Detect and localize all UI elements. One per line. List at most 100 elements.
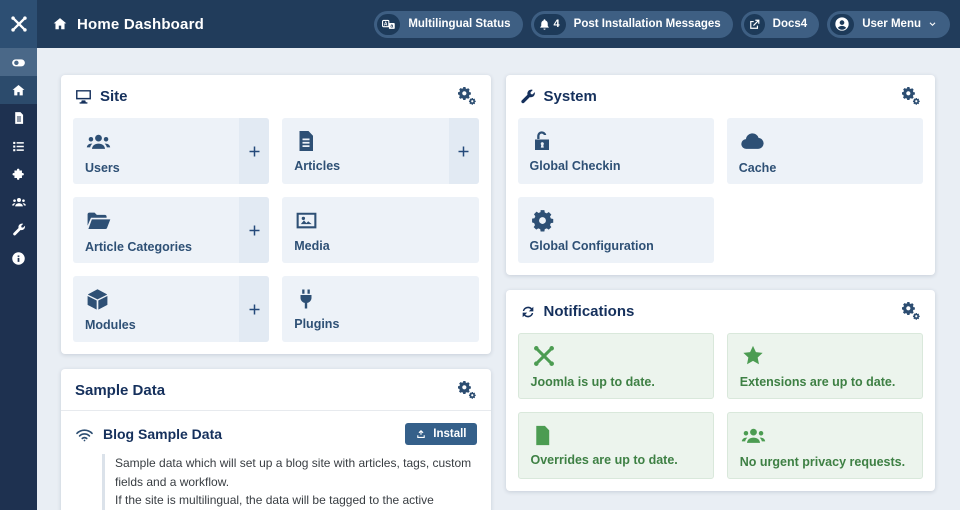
joomla-logo-icon — [531, 343, 701, 369]
site-card: Site — [61, 75, 491, 354]
user-circle-icon — [830, 14, 854, 35]
cogs-icon[interactable] — [902, 87, 921, 106]
post-installation-messages-button[interactable]: 4 Post Installation Messages — [531, 11, 733, 38]
sidebar-item-components[interactable] — [0, 160, 37, 188]
tile-label: Joomla is up to date. — [531, 375, 701, 389]
site-card-header: Site — [61, 75, 491, 116]
right-column: System — [506, 75, 936, 510]
file-icon — [12, 111, 26, 125]
cogs-icon[interactable] — [902, 302, 921, 321]
sample-data-card-title: Sample Data — [75, 382, 165, 399]
empty-cell — [727, 197, 923, 263]
description-line: Sample data which will set up a blog sit… — [115, 454, 477, 491]
puzzle-icon — [11, 167, 26, 182]
multilingual-status-button[interactable]: A a Multilingual Status — [374, 11, 522, 38]
system-card: System — [506, 75, 936, 275]
star-icon — [740, 343, 910, 369]
docs-button[interactable]: Docs4 — [741, 11, 820, 38]
tile-users[interactable]: Users — [73, 118, 269, 184]
sidebar-item-menus[interactable] — [0, 132, 37, 160]
sample-data-body: Blog Sample Data Install Sample data whi… — [61, 411, 491, 510]
joomla-logo-icon — [9, 14, 29, 34]
sidebar-item-system[interactable] — [0, 216, 37, 244]
sidebar-item-home[interactable] — [0, 76, 37, 104]
joomla-logo[interactable] — [0, 0, 37, 48]
sidebar — [0, 48, 37, 510]
list-icon — [11, 139, 26, 154]
tile-label: Media — [294, 239, 466, 253]
blog-sample-data-title: Blog Sample Data — [103, 426, 222, 442]
users-icon — [85, 128, 227, 155]
site-tiles: Users Artic — [61, 116, 491, 354]
tile-label: Article Categories — [85, 240, 227, 254]
system-tiles: Global Checkin Cache — [506, 116, 936, 275]
info-icon — [11, 251, 26, 266]
tile-cache[interactable]: Cache — [727, 118, 923, 184]
notification-tiles: Joomla is up to date. Extensions are up … — [506, 331, 936, 491]
top-header: Home Dashboard A a Multilingual Status 4 — [0, 0, 960, 48]
home-icon — [11, 83, 26, 98]
add-category-button[interactable] — [239, 197, 269, 263]
sample-data-description: Sample data which will set up a blog sit… — [102, 454, 477, 510]
tile-articles[interactable]: Articles — [282, 118, 478, 184]
tile-global-configuration[interactable]: Global Configuration — [518, 197, 714, 263]
language-icon: A a — [377, 14, 400, 35]
tile-label: Users — [85, 161, 227, 175]
chevron-down-icon — [927, 19, 938, 30]
tile-modules[interactable]: Modules — [73, 276, 269, 342]
tile-extensions-up-to-date[interactable]: Extensions are up to date. — [727, 333, 923, 399]
sidebar-item-users[interactable] — [0, 188, 37, 216]
breadcrumb: Home Dashboard — [52, 16, 204, 33]
sidebar-item-content[interactable] — [0, 104, 37, 132]
blog-sample-data-row: Blog Sample Data Install — [75, 423, 477, 445]
cogs-icon[interactable] — [458, 87, 477, 106]
user-menu-button[interactable]: User Menu — [827, 11, 950, 38]
plus-icon — [456, 144, 471, 159]
tile-media[interactable]: Media — [282, 197, 478, 263]
file-solid-icon — [531, 424, 701, 447]
bell-icon: 4 — [534, 14, 566, 35]
home-icon — [52, 16, 68, 32]
post-installation-messages-label: Post Installation Messages — [574, 18, 721, 30]
tile-label: Articles — [294, 159, 436, 173]
tile-label: Global Checkin — [530, 159, 702, 173]
user-menu-label: User Menu — [862, 18, 921, 30]
sidebar-item-toggle-menu[interactable] — [0, 48, 37, 76]
file-alt-icon — [294, 129, 436, 153]
plug-icon — [294, 287, 466, 311]
unlock-icon — [530, 129, 702, 153]
tile-article-categories[interactable]: Article Categories — [73, 197, 269, 263]
add-article-button[interactable] — [449, 118, 479, 184]
multilingual-status-label: Multilingual Status — [408, 18, 510, 30]
notifications-card: Notifications — [506, 290, 936, 491]
tile-label: Extensions are up to date. — [740, 375, 910, 389]
users-icon — [740, 422, 910, 449]
users-icon — [11, 194, 27, 210]
tile-plugins[interactable]: Plugins — [282, 276, 478, 342]
tile-overrides-up-to-date[interactable]: Overrides are up to date. — [518, 412, 714, 479]
system-card-header: System — [506, 75, 936, 116]
docs-label: Docs4 — [773, 18, 808, 30]
add-module-button[interactable] — [239, 276, 269, 342]
external-link-icon — [744, 14, 765, 35]
cogs-icon[interactable] — [458, 381, 477, 400]
plus-icon — [247, 223, 262, 238]
desktop-icon — [75, 88, 92, 105]
tile-joomla-up-to-date[interactable]: Joomla is up to date. — [518, 333, 714, 399]
sample-data-card-header: Sample Data — [61, 369, 491, 411]
cube-icon — [85, 287, 227, 312]
system-card-title: System — [544, 88, 597, 105]
tile-global-checkin[interactable]: Global Checkin — [518, 118, 714, 184]
sidebar-item-help[interactable] — [0, 244, 37, 272]
tile-label: Plugins — [294, 317, 466, 331]
sync-icon — [520, 304, 536, 320]
notifications-card-header: Notifications — [506, 290, 936, 331]
install-button[interactable]: Install — [405, 423, 476, 445]
gear-icon — [530, 208, 702, 233]
tile-label: No urgent privacy requests. — [740, 455, 910, 469]
add-users-button[interactable] — [239, 118, 269, 184]
tile-privacy-requests[interactable]: No urgent privacy requests. — [727, 412, 923, 479]
tile-label: Modules — [85, 318, 227, 332]
upload-icon — [415, 428, 427, 440]
toggle-icon — [10, 54, 27, 71]
